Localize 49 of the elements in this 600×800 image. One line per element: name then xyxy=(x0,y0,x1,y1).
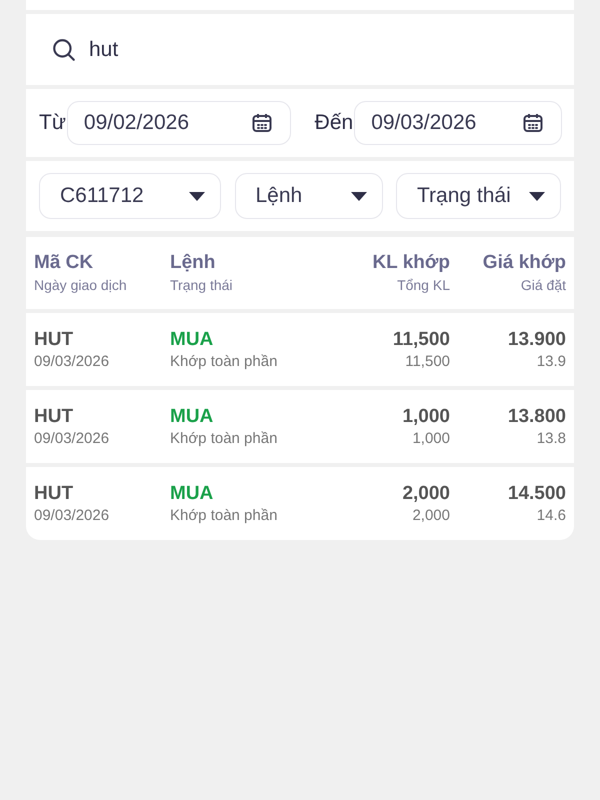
filter-dropdown[interactable]: Lệnh xyxy=(234,173,382,219)
date-text: 09/03/2026 xyxy=(34,506,110,526)
caret-icon xyxy=(528,190,546,202)
column-header: KL khớp xyxy=(372,251,450,275)
calendar-icon[interactable] xyxy=(521,111,545,135)
column-header: Lệnh xyxy=(170,251,216,275)
matched-qty-text: 2,000 xyxy=(402,482,450,506)
caret-icon xyxy=(188,190,206,202)
to-date-field[interactable]: 09/03/2026 xyxy=(354,101,562,145)
matched-price-text: 13.900 xyxy=(508,328,566,352)
from-label: Từ xyxy=(39,110,66,136)
search-field[interactable]: hut xyxy=(26,14,574,85)
order-row[interactable]: HUT 09/03/2026 MUA Khớp toàn phần 11,500 11,500 13.900 13.9 xyxy=(26,313,574,386)
filter-dropdown[interactable]: C611712 xyxy=(39,173,221,219)
matched-qty-text: 1,000 xyxy=(402,404,450,428)
side-text: MUA xyxy=(170,404,214,428)
column-subheader: Ngày giao dịch xyxy=(34,276,127,295)
order-price-text: 13.9 xyxy=(536,352,566,372)
order-price-text: 13.8 xyxy=(536,428,566,448)
symbol-text: HUT xyxy=(34,404,74,428)
total-qty-text: 11,500 xyxy=(405,352,450,372)
matched-price-text: 13.800 xyxy=(508,404,566,428)
matched-qty-text: 11,500 xyxy=(392,328,450,352)
column-subheader: Giá đặt xyxy=(520,276,566,295)
caret-icon xyxy=(350,190,368,202)
search-icon xyxy=(51,36,77,62)
to-label: Đến xyxy=(314,110,354,136)
date-text: 09/03/2026 xyxy=(34,428,110,448)
from-date-field[interactable]: 09/02/2026 xyxy=(66,101,291,145)
matched-price-text: 14.500 xyxy=(508,482,566,506)
column-header: Giá khớp xyxy=(482,251,566,275)
status-text: Khớp toàn phần xyxy=(170,352,278,372)
order-row[interactable]: HUT 09/03/2026 MUA Khớp toàn phần 2,000 2,000 14.500 14.6 xyxy=(26,467,574,540)
status-text: Khớp toàn phần xyxy=(170,428,278,448)
calendar-icon[interactable] xyxy=(250,111,274,135)
total-qty-text: 1,000 xyxy=(412,428,450,448)
side-text: MUA xyxy=(170,328,214,352)
symbol-text: HUT xyxy=(34,482,74,506)
order-price-text: 14.6 xyxy=(536,506,566,526)
order-row[interactable]: HUT 09/03/2026 MUA Khớp toàn phần 1,000 1,000 13.800 13.8 xyxy=(26,390,574,463)
column-subheader: Tổng KL xyxy=(397,276,450,295)
date-text: 09/03/2026 xyxy=(34,352,110,372)
total-qty-text: 2,000 xyxy=(412,506,450,526)
symbol-text: HUT xyxy=(34,328,74,352)
column-header: Mã CK xyxy=(34,251,94,275)
side-text: MUA xyxy=(170,482,214,506)
column-subheader: Trạng thái xyxy=(170,276,233,295)
filter-dropdown[interactable]: Trạng thái xyxy=(396,173,561,219)
status-text: Khớp toàn phần xyxy=(170,506,278,526)
